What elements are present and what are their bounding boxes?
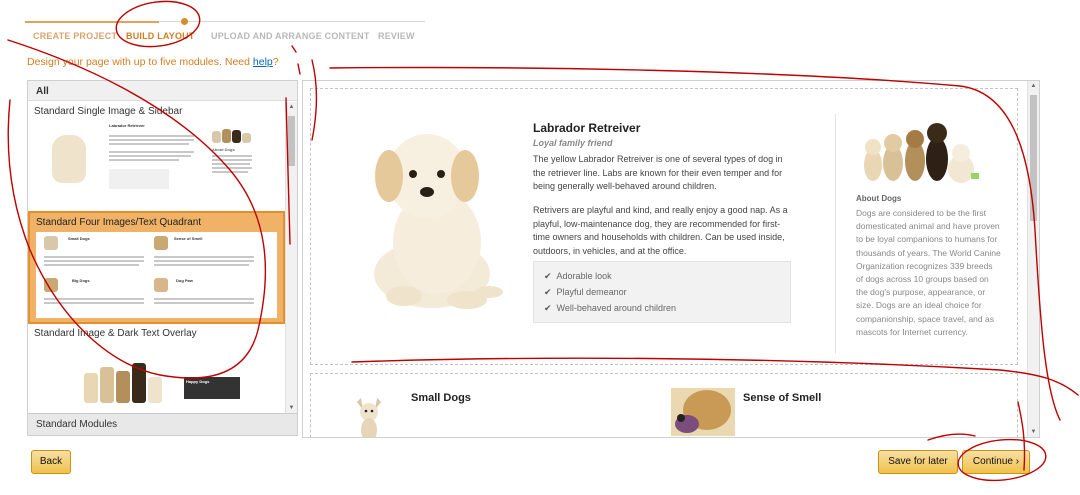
preview-scrollbar[interactable]: ▲ ▼ bbox=[1027, 81, 1039, 437]
module-thumbnail: Labrador Retriever About Dogs bbox=[34, 121, 279, 207]
scroll-up-arrow[interactable]: ▲ bbox=[286, 104, 297, 110]
scroll-down-arrow[interactable]: ▼ bbox=[286, 405, 297, 411]
thumb-title: Labrador Retriever bbox=[109, 123, 145, 128]
intro-message: Design your page with up to five modules… bbox=[27, 56, 253, 68]
sidebar-divider bbox=[835, 114, 836, 354]
module-thumbnail: Happy Dogs bbox=[34, 343, 279, 413]
checklist-item: ✔ Playful demeanor bbox=[544, 287, 627, 297]
scroll-down-arrow[interactable]: ▼ bbox=[1028, 429, 1039, 435]
stepper-progress bbox=[25, 21, 159, 23]
small-dogs-thumbnail bbox=[44, 236, 58, 250]
quadrant-title-small-dogs: Small Dogs bbox=[411, 392, 471, 404]
sense-of-smell-thumbnail bbox=[154, 236, 168, 250]
labrador-puppy-image bbox=[374, 134, 503, 309]
step-create-project[interactable]: CREATE PROJECT bbox=[33, 31, 117, 41]
product-title: Labrador Retreiver bbox=[533, 121, 641, 135]
step-review: REVIEW bbox=[378, 31, 415, 41]
module-title: Standard Four Images/Text Quadrant bbox=[36, 217, 202, 228]
thumb-overlay-title: Happy Dogs bbox=[186, 379, 210, 384]
module-filter-all[interactable]: All bbox=[28, 81, 297, 101]
sidebar-heading: About Dogs bbox=[856, 194, 902, 203]
puppy-thumbnail-image bbox=[52, 135, 86, 183]
standard-modules-footer[interactable]: Standard Modules bbox=[28, 413, 297, 435]
big-dogs-thumbnail bbox=[44, 278, 58, 292]
product-paragraph-1: The yellow Labrador Retreiver is one of … bbox=[533, 154, 783, 191]
back-button[interactable]: Back bbox=[31, 450, 71, 474]
scrollbar-thumb[interactable] bbox=[1030, 95, 1037, 221]
sense-of-smell-image bbox=[671, 388, 735, 436]
module-thumbnail: Small Dogs Sense of Smell Big Dogs Dog P… bbox=[36, 232, 277, 318]
step-build-layout[interactable]: BUILD LAYOUT bbox=[126, 31, 195, 41]
save-for-later-button[interactable]: Save for later bbox=[878, 450, 958, 474]
module-title: Standard Single Image & Sidebar bbox=[34, 106, 183, 117]
intro-text: Design your page with up to five modules… bbox=[27, 56, 279, 68]
step-upload-content: UPLOAD AND ARRANGE CONTENT bbox=[211, 31, 370, 41]
progress-stepper: CREATE PROJECT BUILD LAYOUT UPLOAD AND A… bbox=[25, 18, 425, 48]
chihuahua-image bbox=[357, 398, 381, 437]
scroll-up-arrow[interactable]: ▲ bbox=[1028, 83, 1039, 89]
dogs-group-thumbnail bbox=[212, 129, 254, 143]
sidebar-text: Dogs are considered to be the first dome… bbox=[856, 208, 1001, 337]
module-list: Standard Single Image & Sidebar Labrador… bbox=[28, 102, 285, 413]
thumb-sidebar-title: About Dogs bbox=[212, 147, 235, 152]
thumb-dog-paw: Dog Paw bbox=[176, 278, 193, 283]
module-list-scrollbar[interactable]: ▲ ▼ bbox=[285, 102, 297, 413]
thumb-big-dogs: Big Dogs bbox=[72, 278, 90, 283]
thumb-small-dogs: Small Dogs bbox=[68, 236, 90, 241]
dark-text-overlay: Happy Dogs bbox=[184, 377, 240, 399]
preview-module-four-images-quadrant[interactable]: Small Dogs Sense of Smell bbox=[310, 373, 1018, 437]
quadrant-title-sense-of-smell: Sense of Smell bbox=[743, 392, 822, 404]
dogs-group-image bbox=[864, 123, 979, 183]
module-image-dark-text-overlay[interactable]: Standard Image & Dark Text Overlay Happy… bbox=[28, 324, 285, 413]
help-link[interactable]: help bbox=[253, 56, 273, 68]
layout-preview: Labrador Retreiver Loyal family friend T… bbox=[302, 80, 1040, 438]
continue-button[interactable]: Continue › bbox=[962, 450, 1030, 474]
check-icon: ✔ bbox=[544, 303, 552, 313]
intro-suffix: ? bbox=[272, 56, 279, 68]
product-paragraph-2: Retrivers are playful and kind, and real… bbox=[533, 205, 788, 256]
checklist-item: ✔ Well-behaved around children bbox=[544, 303, 676, 313]
module-four-images-text-quadrant[interactable]: Standard Four Images/Text Quadrant Small… bbox=[28, 211, 285, 324]
stepper-current-dot bbox=[181, 18, 188, 25]
scrollbar-thumb[interactable] bbox=[288, 116, 295, 166]
check-icon: ✔ bbox=[544, 271, 552, 281]
thumb-sense-of-smell: Sense of Smell bbox=[174, 236, 203, 241]
product-subtitle: Loyal family friend bbox=[533, 138, 613, 148]
checklist-item: ✔ Adorable look bbox=[544, 271, 612, 281]
preview-module-single-image-sidebar[interactable]: Labrador Retreiver Loyal family friend T… bbox=[310, 88, 1018, 365]
module-single-image-sidebar[interactable]: Standard Single Image & Sidebar Labrador… bbox=[28, 102, 285, 211]
module-list-panel: All Standard Single Image & Sidebar Labr… bbox=[27, 80, 298, 436]
check-icon: ✔ bbox=[544, 287, 552, 297]
module-title: Standard Image & Dark Text Overlay bbox=[34, 328, 197, 339]
feature-checklist: ✔ Adorable look ✔ Playful demeanor ✔ Well-b… bbox=[533, 261, 791, 323]
dogs-group-thumbnail bbox=[84, 363, 184, 403]
dog-paw-thumbnail bbox=[154, 278, 168, 292]
